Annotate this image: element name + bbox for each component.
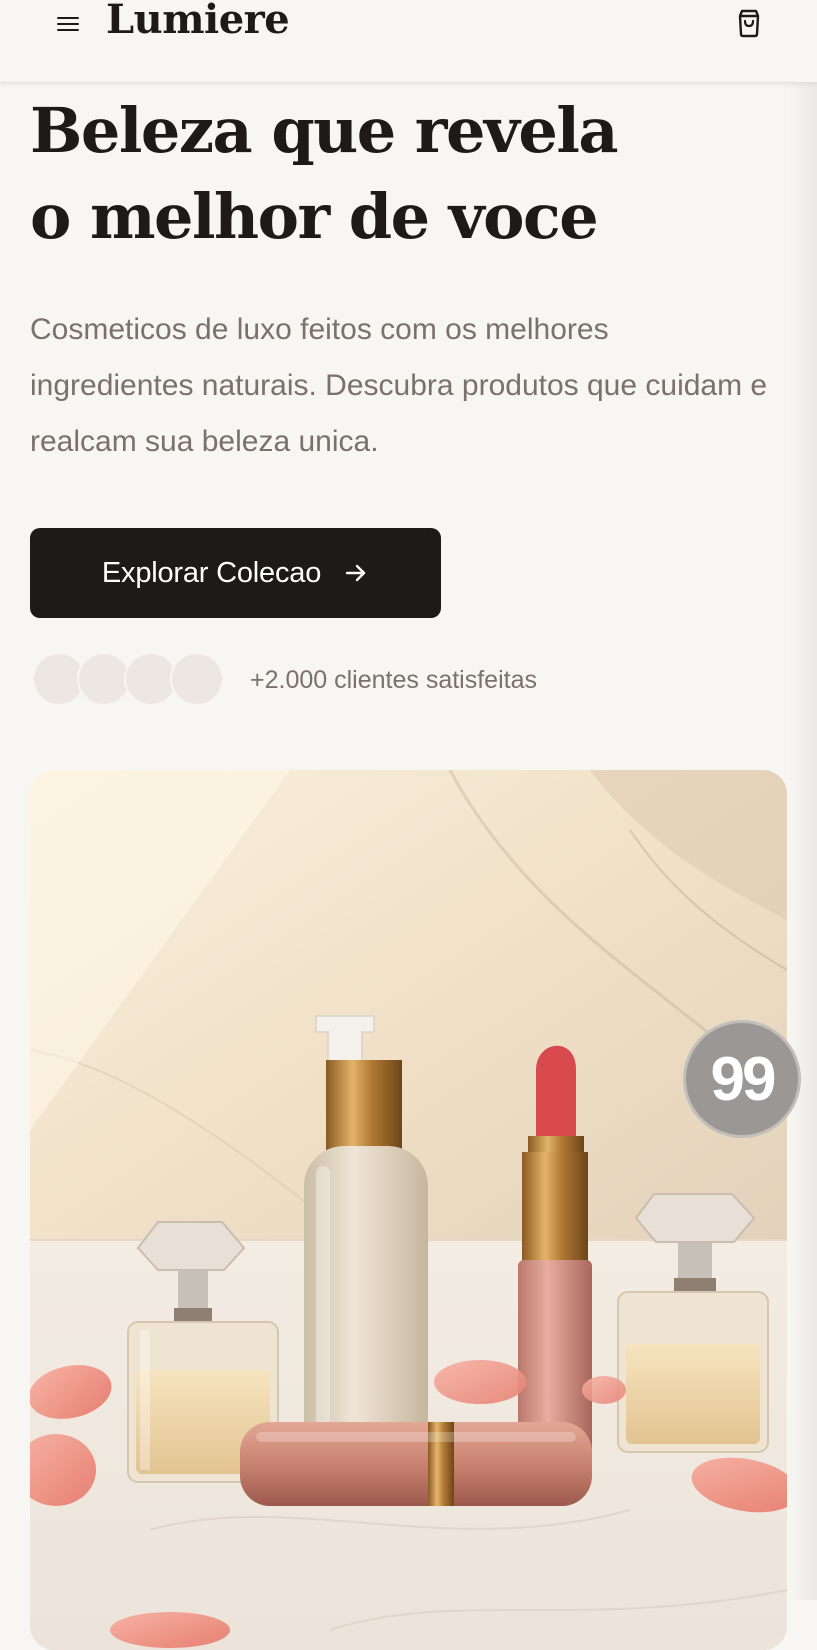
cosmetics-product-illustration: [30, 770, 787, 1650]
customer-avatar: [170, 652, 224, 706]
hero-title: Beleza que revela o melhor de voce: [30, 88, 790, 260]
hero-subtitle: Cosmeticos de luxo feitos com os melhore…: [30, 313, 768, 458]
floating-notification-badge[interactable]: 99: [683, 1020, 801, 1138]
brand-logo[interactable]: Lumiere: [106, 0, 290, 44]
satisfied-customers-text: +2.000 clientes satisfeitas: [250, 666, 537, 694]
hero-product-image: [30, 770, 787, 1650]
customer-avatars: [32, 652, 232, 708]
explore-collection-button[interactable]: Explorar Colecao: [30, 528, 441, 618]
site-header: Lumiere: [0, 0, 817, 83]
shopping-bag-icon[interactable]: [735, 8, 763, 38]
arrow-right-icon: [345, 564, 366, 582]
hero-title-line-1: Beleza que revela: [30, 94, 619, 167]
lipstick-lying: [240, 1422, 592, 1506]
hero-title-line-2: o melhor de voce: [30, 180, 599, 253]
customer-avatar: [77, 652, 131, 706]
page-edge-shadow: [787, 0, 817, 1600]
hamburger-menu-icon[interactable]: [56, 12, 80, 36]
explore-collection-label: Explorar Colecao: [101, 556, 322, 589]
